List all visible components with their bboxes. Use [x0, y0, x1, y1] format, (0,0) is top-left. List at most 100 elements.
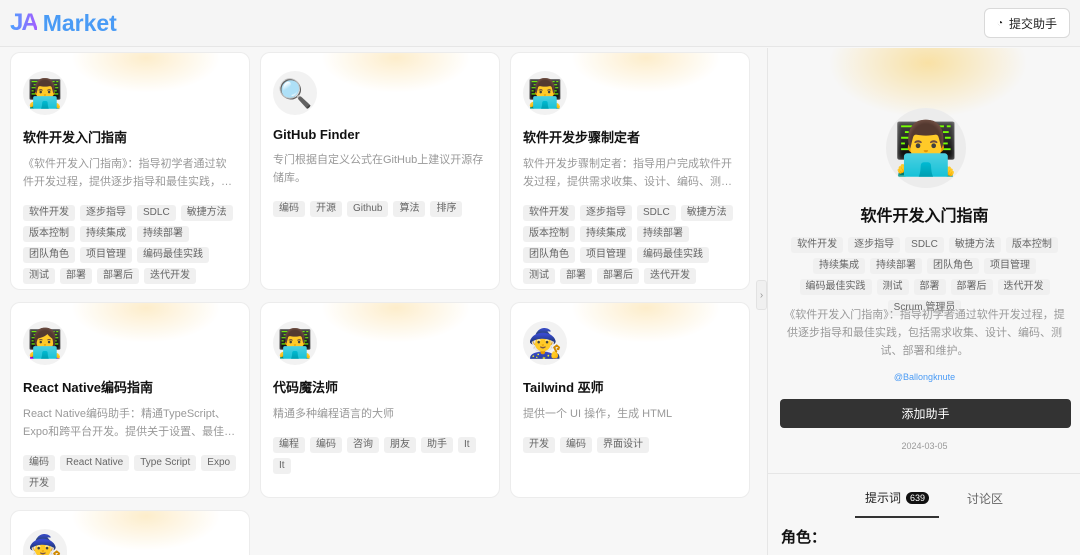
tag[interactable]: 项目管理: [580, 247, 632, 263]
tag[interactable]: 持续集成: [80, 226, 132, 242]
card-glow: [71, 53, 221, 93]
tag[interactable]: 开发: [523, 437, 555, 453]
assistant-card[interactable]: 🔍 GitHub Finder 专门根据自定义公式在GitHub上建议开源存储库。编…: [260, 52, 500, 290]
tag[interactable]: SDLC: [137, 205, 176, 221]
tag[interactable]: 项目管理: [80, 247, 132, 263]
tag[interactable]: 软件开发: [23, 205, 75, 221]
tag[interactable]: It: [458, 437, 476, 453]
tag[interactable]: 软件开发: [523, 205, 575, 221]
tag[interactable]: 朋友: [384, 437, 416, 453]
tag[interactable]: React Native: [60, 455, 130, 471]
tag[interactable]: 编码最佳实践: [137, 247, 209, 263]
author-link[interactable]: @Ballongknute: [768, 372, 1080, 382]
card-title: 软件开发步骤制定者: [523, 130, 641, 145]
tag[interactable]: 部署: [560, 268, 592, 284]
detail-tag[interactable]: 部署: [913, 279, 946, 295]
tab-discussion[interactable]: 讨论区: [957, 485, 1013, 518]
tag[interactable]: 编码: [310, 437, 342, 453]
tag[interactable]: 部署后: [97, 268, 139, 284]
detail-tag[interactable]: 持续集成: [813, 258, 865, 274]
tag[interactable]: 排序: [430, 201, 463, 217]
tag[interactable]: 编码: [23, 455, 55, 471]
card-tags: 软件开发 逐步指导 SDLC 敏捷方法版本控制 持续集成 持续部署团队角色 项目管理 编码最佳…: [23, 205, 237, 290]
tag[interactable]: 迭代开发: [144, 268, 196, 284]
logo[interactable]: JA Market: [10, 9, 117, 37]
tag[interactable]: 编码: [273, 201, 305, 217]
tag[interactable]: 敏捷方法: [180, 205, 233, 221]
tag[interactable]: 持续部署: [137, 226, 189, 242]
card-description: 提供一个 UI 操作，生成 HTML: [523, 408, 673, 420]
card-glow: [71, 303, 221, 343]
assistant-card[interactable]: 🧙 Tailwind 巫师 提供一个 UI 操作，生成 HTML 开发 编码 界面设计: [510, 302, 750, 498]
tag[interactable]: 逐步指导: [80, 205, 132, 221]
tag[interactable]: Type Script: [134, 455, 197, 471]
tag[interactable]: 编程: [273, 437, 305, 453]
tag[interactable]: 团队角色: [23, 247, 75, 263]
collapse-panel-button[interactable]: ›: [756, 280, 767, 310]
card-tags: 编程 编码 咨询 朋友 助手 It It: [273, 437, 487, 474]
detail-tag[interactable]: 项目管理: [984, 258, 1036, 274]
tag[interactable]: 开发: [23, 476, 55, 492]
tag[interactable]: It: [273, 458, 291, 474]
card-description: 专门根据自定义公式在GitHub上建议开源存储库。: [273, 154, 484, 184]
card-glow: [571, 303, 721, 343]
logo-icon: JA: [10, 9, 39, 36]
tag[interactable]: SDLC: [637, 205, 676, 221]
tag[interactable]: 界面设计: [597, 437, 649, 453]
assistant-card[interactable]: 👩‍💻 React Native编码指南 React Native编码助手：精通Ty…: [10, 302, 250, 498]
detail-tag[interactable]: 持续部署: [870, 258, 922, 274]
detail-tag[interactable]: 版本控制: [1005, 237, 1058, 253]
tag[interactable]: 编码: [560, 437, 592, 453]
assistant-card[interactable]: 🧙: [10, 510, 250, 555]
card-avatar: 🧙: [23, 529, 67, 555]
submit-assistant-label: 提交助手: [1008, 16, 1057, 31]
tag[interactable]: 逐步指导: [580, 205, 632, 221]
detail-tag[interactable]: 测试: [876, 279, 909, 295]
card-avatar: 🔍: [273, 71, 317, 115]
detail-tag[interactable]: 团队角色: [927, 258, 979, 274]
add-assistant-button[interactable]: 添加助手: [780, 399, 1071, 428]
card-description: React Native编码助手：精通TypeScript、Expo和跨平台开发…: [23, 408, 236, 438]
detail-tag[interactable]: 软件开发: [791, 237, 844, 253]
detail-description: 《软件开发入门指南》：指导初学者通过软件开发过程，提供逐步指导和最佳实践，包括需…: [784, 309, 1065, 357]
tag[interactable]: Expo: [201, 455, 237, 471]
tag[interactable]: 持续集成: [580, 226, 632, 242]
tag[interactable]: Github: [347, 201, 389, 217]
detail-tag[interactable]: SDLC: [905, 237, 944, 253]
header: JA Market ◔ 提交助手: [0, 0, 1080, 47]
tag[interactable]: 助手: [421, 437, 453, 453]
assistant-card[interactable]: 👨‍💻 软件开发步骤制定者 软件开发步骤制定者：指导用户完成软件开发过程，提供需求收…: [510, 52, 750, 290]
tag[interactable]: 敏捷方法: [680, 205, 733, 221]
tag[interactable]: Scrum 管理员: [23, 289, 97, 290]
tag[interactable]: 部署: [60, 268, 92, 284]
card-avatar: 👨‍💻: [273, 321, 317, 365]
tag[interactable]: 开源: [310, 201, 342, 217]
tag[interactable]: 测试: [523, 268, 555, 284]
tag[interactable]: 编码最佳实践: [637, 247, 709, 263]
card-tags: 编码 开源 Github 算法 排序: [273, 201, 487, 217]
detail-tag[interactable]: 逐步指导: [848, 237, 901, 253]
card-title: Tailwind 巫师: [523, 380, 604, 395]
assistant-card[interactable]: 👨‍💻 软件开发入门指南 《软件开发入门指南》：指导初学者通过软件开发过程，提供逐步…: [10, 52, 250, 290]
tag[interactable]: 部署后: [597, 268, 639, 284]
tab-prompt[interactable]: 提示词 639: [855, 485, 940, 518]
card-description: 软件开发步骤制定者：指导用户完成软件开发过程，提供需求收集、设计、编码、测试等步…: [523, 158, 732, 188]
detail-tag[interactable]: 编码最佳实践: [799, 279, 872, 295]
logo-text: Market: [42, 9, 117, 36]
tag[interactable]: 咨询: [347, 437, 379, 453]
tag[interactable]: 持续部署: [637, 226, 689, 242]
tag[interactable]: 测试: [23, 268, 55, 284]
card-description: 精通多种编程语言的大师: [273, 408, 394, 420]
detail-tag[interactable]: 部署后: [950, 279, 993, 295]
detail-tag[interactable]: 敏捷方法: [948, 237, 1001, 253]
submit-assistant-button[interactable]: ◔ 提交助手: [983, 8, 1070, 38]
tag[interactable]: 团队角色: [523, 247, 575, 263]
detail-tag[interactable]: 迭代开发: [997, 279, 1050, 295]
tag[interactable]: 算法: [393, 201, 426, 217]
tag[interactable]: 版本控制: [523, 226, 575, 242]
card-glow: [321, 303, 471, 343]
tag[interactable]: 迭代开发: [644, 268, 696, 284]
tab-discussion-label: 讨论区: [967, 492, 1004, 506]
tag[interactable]: 版本控制: [23, 226, 75, 242]
assistant-card[interactable]: 👨‍💻 代码魔法师 精通多种编程语言的大师 编程 编码 咨询 朋友 助手 It It: [260, 302, 500, 498]
